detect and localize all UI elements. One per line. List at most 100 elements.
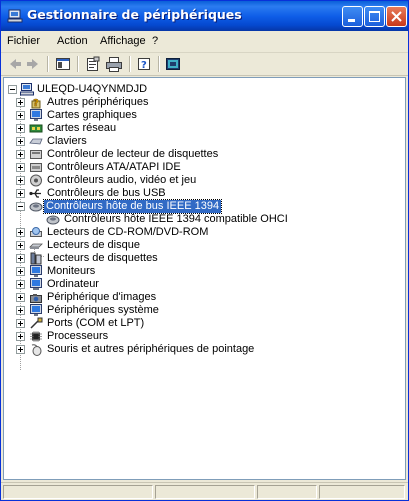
print-icon[interactable] [105, 55, 123, 73]
tree-item[interactable]: Processeurs [4, 330, 404, 343]
ide-controller-icon [30, 163, 42, 172]
tree-item[interactable]: Contrôleur de lecteur de disquettes [4, 148, 404, 161]
tree-item-label: Claviers [47, 135, 87, 147]
collapse-toggle[interactable] [8, 85, 17, 94]
forward-arrow-icon[interactable] [25, 55, 41, 73]
tree-item[interactable]: Contrôleurs audio, vidéo et jeu [4, 174, 404, 187]
expand-toggle[interactable] [16, 124, 25, 133]
expand-toggle[interactable] [16, 241, 25, 250]
tree-item-label: Contrôleur de lecteur de disquettes [47, 148, 219, 160]
cdrom-icon [30, 227, 42, 237]
computer-icon [20, 83, 34, 96]
monitor-icon [30, 265, 42, 277]
tree-item-label: Ports (COM et LPT) [47, 317, 145, 329]
tree-item[interactable]: Cartes réseau [4, 122, 404, 135]
expand-toggle[interactable] [16, 150, 25, 159]
maximize-button[interactable] [364, 6, 385, 27]
expand-toggle[interactable] [16, 98, 25, 107]
tree-item-label: Autres périphériques [47, 96, 149, 108]
tree-item[interactable]: Périphérique d'images [4, 291, 404, 304]
monitor-icon [30, 109, 42, 121]
tree-item-label: Périphérique d'images [47, 291, 157, 303]
floppy-controller-icon [30, 150, 42, 159]
processor-icon [30, 331, 42, 342]
tree-item[interactable]: ? Autres périphériques [4, 96, 404, 109]
expand-toggle[interactable] [16, 293, 25, 302]
computer-icon [7, 9, 23, 23]
status-cell [3, 485, 153, 499]
tree-item-label: Moniteurs [47, 265, 96, 277]
tree-item[interactable]: Ports (COM et LPT) [4, 317, 404, 330]
tree-item-label: Lecteurs de CD-ROM/DVD-ROM [47, 226, 209, 238]
tree-item[interactable]: Lecteurs de disque [4, 239, 404, 252]
network-card-icon [29, 124, 43, 133]
tree-item[interactable]: Cartes graphiques [4, 109, 404, 122]
expand-toggle[interactable] [16, 332, 25, 341]
tree-item[interactable]: Moniteurs [4, 265, 404, 278]
tree-item-label: Contrôleurs audio, vidéo et jeu [47, 174, 197, 186]
help-icon[interactable]: ? [136, 55, 152, 73]
tree-item-selected[interactable]: Contrôleurs hôte de bus IEEE 1394 [4, 199, 404, 214]
back-arrow-icon[interactable] [7, 55, 23, 73]
expand-toggle[interactable] [16, 345, 25, 354]
expand-toggle[interactable] [16, 306, 25, 315]
expand-toggle[interactable] [16, 176, 25, 185]
tree-item-label: Cartes réseau [47, 122, 117, 134]
tree-item[interactable]: Souris et autres périphériques de pointa… [4, 343, 404, 356]
toolbar-separator [77, 56, 79, 72]
properties-icon[interactable] [85, 55, 101, 73]
tree-root[interactable]: ULEQD-U4QYNMDJD [4, 83, 404, 96]
expand-toggle[interactable] [16, 319, 25, 328]
expand-toggle[interactable] [16, 189, 25, 198]
tree-item[interactable]: Lecteurs de disquettes [4, 252, 404, 265]
expand-toggle[interactable] [16, 228, 25, 237]
menu-bar: Fichier Action Affichage ? [1, 31, 408, 53]
device-tree[interactable]: ULEQD-U4QYNMDJD ? Autres périphériques C… [3, 77, 406, 480]
expand-toggle[interactable] [16, 280, 25, 289]
tree-item-label: Cartes graphiques [47, 109, 137, 121]
keyboard-icon [29, 138, 43, 145]
menu-action[interactable]: Action [57, 35, 88, 47]
title-bar[interactable]: Gestionnaire de périphériques [1, 1, 408, 31]
system-device-icon [30, 304, 42, 316]
unknown-device-icon: ? [31, 98, 41, 109]
menu-affichage[interactable]: Affichage [100, 35, 146, 47]
collapse-toggle[interactable] [16, 202, 25, 211]
expand-toggle[interactable] [16, 267, 25, 276]
expand-toggle[interactable] [16, 111, 25, 120]
tree-item[interactable]: Ordinateur [4, 278, 404, 291]
expand-toggle[interactable] [16, 254, 25, 263]
menu-help[interactable]: ? [152, 35, 158, 47]
close-button[interactable] [386, 6, 407, 27]
minimize-button[interactable] [342, 6, 363, 27]
toolbar-separator [129, 56, 131, 72]
floppy-drive-icon [30, 252, 42, 265]
tree-item[interactable]: Contrôleurs de bus USB [4, 187, 404, 200]
tree-child-label: Contrôleurs hôte IEEE 1394 compatible OH… [64, 213, 288, 225]
port-icon [30, 317, 43, 329]
show-hide-tree-icon[interactable] [55, 55, 71, 73]
tree-item-label: Contrôleurs de bus USB [47, 187, 166, 199]
tree-item-label: Souris et autres périphériques de pointa… [47, 343, 255, 355]
toolbar: ? [1, 53, 408, 76]
camera-icon [30, 294, 42, 303]
view-devices-icon[interactable] [165, 55, 181, 73]
usb-icon [29, 189, 41, 198]
expand-toggle[interactable] [16, 137, 25, 146]
tree-child-item[interactable]: Contrôleurs hôte IEEE 1394 compatible OH… [4, 213, 404, 226]
tree-item[interactable]: Périphériques système [4, 304, 404, 317]
tree-item-label: Processeurs [47, 330, 109, 342]
status-bar [1, 482, 408, 500]
toolbar-separator [47, 56, 49, 72]
device-manager-window: Gestionnaire de périphériques Fichier Ac… [0, 0, 409, 501]
expand-toggle[interactable] [16, 163, 25, 172]
status-cell [319, 485, 405, 499]
status-cell [155, 485, 255, 499]
tree-item[interactable]: Claviers [4, 135, 404, 148]
tree-item-label: Lecteurs de disquettes [47, 252, 158, 264]
tree-item[interactable]: Contrôleurs ATA/ATAPI IDE [4, 161, 404, 174]
ieee1394-icon [46, 215, 60, 225]
tree-item[interactable]: Lecteurs de CD-ROM/DVD-ROM [4, 226, 404, 239]
menu-fichier[interactable]: Fichier [7, 35, 40, 47]
svg-text:?: ? [141, 60, 147, 71]
